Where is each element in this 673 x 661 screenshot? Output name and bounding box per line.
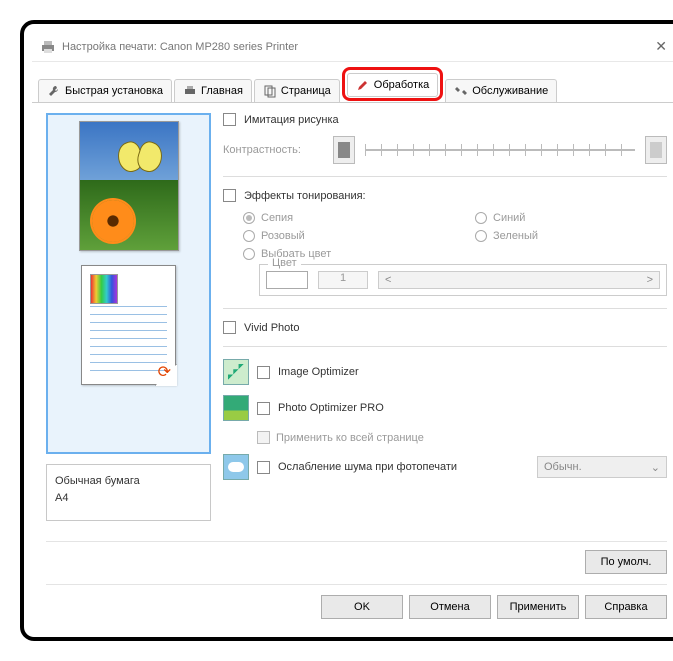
photo-optimizer-label: Photo Optimizer PRO: [278, 402, 384, 414]
tab-effects-highlight: Обработка: [342, 67, 443, 101]
apply-whole-page-checkbox: [257, 431, 270, 444]
contrast-max-icon: [645, 136, 667, 164]
photo-optimizer-icon: [223, 395, 249, 421]
tab-page-setup[interactable]: Страница: [254, 79, 340, 102]
printer-small-icon: [183, 84, 197, 98]
noise-level-combo: Обычн. ⌄: [537, 456, 667, 478]
noise-reduction-label: Ослабление шума при фотопечати: [278, 461, 457, 473]
tab-label: Страница: [281, 85, 331, 97]
paper-type-label: Обычная бумага: [55, 473, 202, 490]
tab-main[interactable]: Главная: [174, 79, 252, 102]
vivid-photo-checkbox[interactable]: [223, 321, 236, 334]
tab-quick-setup[interactable]: Быстрая установка: [38, 79, 172, 102]
cancel-button[interactable]: Отмена: [409, 595, 491, 619]
paper-info-box: Обычная бумага A4: [46, 464, 211, 521]
ok-button[interactable]: OK: [321, 595, 403, 619]
radio-sepia: Сепия: [243, 212, 435, 224]
preview-page-layout: ⟳: [81, 265, 176, 385]
printer-icon: [40, 39, 56, 55]
radio-green: Зеленый: [475, 230, 667, 242]
toning-label: Эффекты тонирования:: [244, 190, 366, 202]
noise-reduction-icon: [223, 454, 249, 480]
image-optimizer-icon: [223, 359, 249, 385]
tab-label: Главная: [201, 85, 243, 97]
pages-icon: [263, 84, 277, 98]
color-value-spinner: 1: [318, 271, 368, 289]
contrast-slider: [365, 140, 635, 160]
scroll-right-icon: >: [647, 274, 653, 286]
noise-reduction-checkbox[interactable]: [257, 461, 270, 474]
tab-bar: Быстрая установка Главная Страница Обраб…: [32, 62, 673, 103]
tab-effects[interactable]: Обработка: [347, 73, 438, 97]
brush-icon: [356, 78, 370, 92]
preview-pane: ⟳: [46, 113, 211, 454]
imitation-label: Имитация рисунка: [244, 114, 339, 126]
wrench-icon: [47, 84, 61, 98]
apply-button[interactable]: Применить: [497, 595, 579, 619]
titlebar: Настройка печати: Canon MP280 series Pri…: [32, 32, 673, 62]
paper-size-label: A4: [55, 490, 202, 507]
tools-icon: [454, 84, 468, 98]
close-icon[interactable]: ✕: [649, 38, 673, 55]
vivid-photo-label: Vivid Photo: [244, 322, 299, 334]
scroll-left-icon: <: [385, 274, 391, 286]
color-scrollbar: < >: [378, 271, 660, 289]
defaults-button[interactable]: По умолч.: [585, 550, 667, 574]
color-picker-group: Цвет 1 < >: [259, 264, 667, 296]
contrast-min-icon: [333, 136, 355, 164]
image-optimizer-checkbox[interactable]: [257, 366, 270, 379]
tab-label: Быстрая установка: [65, 85, 163, 97]
chevron-down-icon: ⌄: [651, 461, 660, 474]
color-swatch: [266, 271, 308, 289]
preview-photo: [79, 121, 179, 251]
color-legend: Цвет: [268, 257, 301, 269]
radio-blue: Синий: [475, 212, 667, 224]
tab-label: Обработка: [374, 79, 429, 91]
tab-maintenance[interactable]: Обслуживание: [445, 79, 557, 102]
tab-label: Обслуживание: [472, 85, 548, 97]
toning-checkbox[interactable]: [223, 189, 236, 202]
reload-arrow-icon: ⟳: [158, 362, 171, 382]
photo-optimizer-checkbox[interactable]: [257, 402, 270, 415]
print-settings-dialog: Настройка печати: Canon MP280 series Pri…: [32, 32, 673, 629]
image-optimizer-label: Image Optimizer: [278, 366, 359, 378]
window-title: Настройка печати: Canon MP280 series Pri…: [62, 41, 649, 53]
contrast-label: Контрастность:: [223, 144, 323, 156]
radio-pink: Розовый: [243, 230, 435, 242]
help-button[interactable]: Справка: [585, 595, 667, 619]
apply-whole-page-label: Применить ко всей странице: [276, 432, 424, 444]
imitation-checkbox[interactable]: [223, 113, 236, 126]
